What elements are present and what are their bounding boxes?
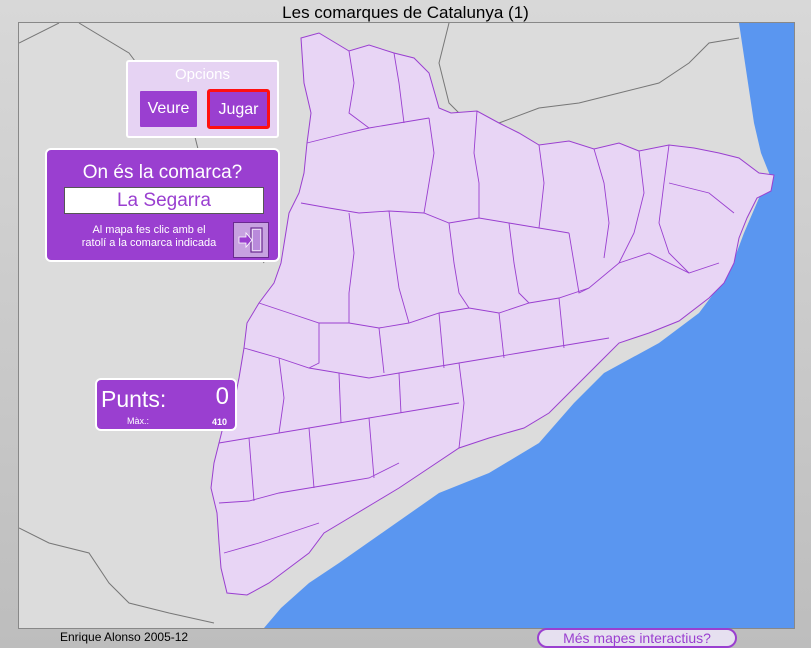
question-prompt: On és la comarca?	[82, 162, 243, 183]
instructions-line-1: Al mapa fes clic amb el	[92, 224, 206, 236]
view-button[interactable]: Veure	[138, 89, 199, 129]
border-line	[19, 23, 60, 44]
max-score-value: 410	[211, 417, 227, 427]
instructions-line-2: ratolí a la comarca indicada	[81, 237, 217, 249]
play-button[interactable]: Jugar	[207, 89, 270, 129]
target-comarca: La Segarra	[64, 187, 264, 214]
score-value: 0	[215, 383, 229, 410]
border-line	[19, 527, 215, 624]
app-frame: Les comarques de Catalunya (1) Opcions V…	[0, 0, 811, 648]
more-maps-link[interactable]: Més mapes interactius?	[537, 628, 737, 648]
exit-door-icon	[238, 227, 263, 253]
options-panel: Opcions Veure Jugar	[126, 60, 279, 138]
score-panel: Punts: 0 Màx.: 410	[95, 378, 237, 431]
score-label: Punts:	[101, 386, 167, 412]
question-panel: On és la comarca? La Segarra Al mapa fes…	[45, 148, 280, 262]
instructions: Al mapa fes clic amb el ratolí a la coma…	[69, 224, 229, 250]
max-score-label: Màx.:	[127, 416, 150, 426]
exit-button[interactable]	[233, 222, 269, 258]
options-label: Opcions	[174, 66, 231, 83]
author-credit: Enrique Alonso 2005-12	[60, 630, 189, 644]
page-title: Les comarques de Catalunya (1)	[282, 3, 529, 22]
